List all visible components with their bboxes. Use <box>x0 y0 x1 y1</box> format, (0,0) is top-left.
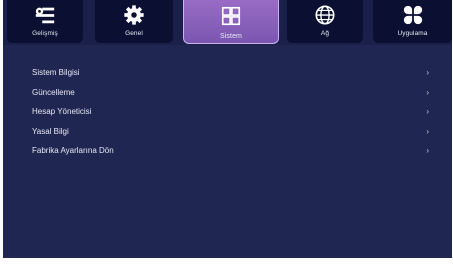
tab-gelismis[interactable]: Gelişmiş <box>7 0 83 43</box>
chevron-right-icon: › <box>426 107 429 116</box>
tab-label: Gelişmiş <box>32 30 58 37</box>
gear-icon <box>124 5 144 25</box>
settings-tab-bar: Gelişmiş Genel Sistem Ağ Uygulama <box>3 0 452 45</box>
menu-item-label: Fabrika Ayarlarına Dön <box>32 146 114 155</box>
globe-icon <box>315 5 335 25</box>
tab-label: Uygulama <box>397 30 428 37</box>
apps-clover-icon <box>403 5 422 25</box>
menu-item-label: Güncelleme <box>32 87 75 97</box>
system-grid-icon <box>221 6 241 26</box>
menu-item-fabrika-ayarlari[interactable]: Fabrika Ayarlarına Dön › <box>27 141 435 161</box>
tab-sistem[interactable]: Sistem <box>183 0 279 44</box>
chevron-right-icon: › <box>426 146 429 155</box>
menu-item-sistem-bilgisi[interactable]: Sistem Bilgisi › <box>27 63 435 83</box>
menu-item-yasal-bilgi[interactable]: Yasal Bilgi › <box>27 122 435 142</box>
menu-item-label: Sistem Bilgisi <box>32 68 80 77</box>
tab-uygulama[interactable]: Uygulama <box>373 0 452 43</box>
tab-ag[interactable]: Ağ <box>287 0 363 43</box>
tab-label: Sistem <box>220 33 242 40</box>
chevron-right-icon: › <box>426 126 429 136</box>
system-menu-list: Sistem Bilgisi › Güncelleme › Hesap Yöne… <box>27 63 435 161</box>
menu-item-label: Hesap Yöneticisi <box>32 107 92 116</box>
menu-item-hesap-yoneticisi[interactable]: Hesap Yöneticisi › <box>27 102 435 122</box>
settings-screen: Gelişmiş Genel Sistem Ağ Uygulama Sistem… <box>3 0 452 258</box>
tab-label: Genel <box>125 30 143 37</box>
tab-label: Ağ <box>320 30 330 37</box>
tab-genel[interactable]: Genel <box>95 0 173 43</box>
chevron-right-icon: › <box>426 87 429 97</box>
chevron-right-icon: › <box>426 68 429 77</box>
menu-item-guncelleme[interactable]: Güncelleme › <box>27 83 435 103</box>
menu-item-label: Yasal Bilgi <box>32 126 69 136</box>
settings-sliders-icon <box>35 7 55 24</box>
